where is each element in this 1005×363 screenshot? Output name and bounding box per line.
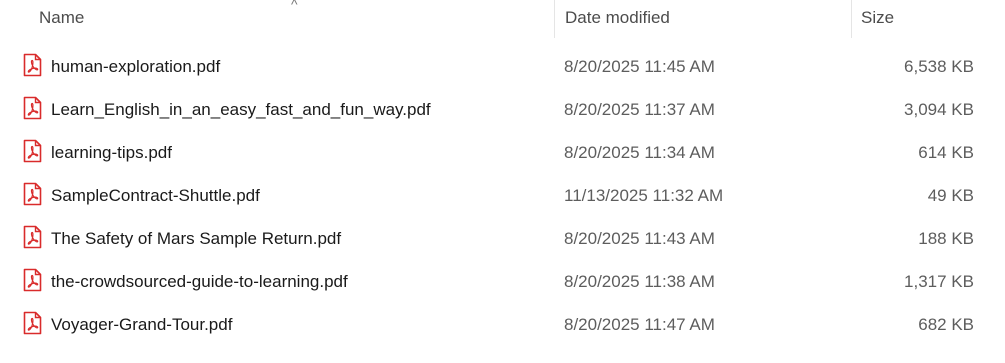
file-size: 188 KB bbox=[918, 229, 974, 248]
file-row[interactable]: learning-tips.pdf 8/20/2025 11:34 AM 614 K… bbox=[0, 131, 1005, 174]
file-row[interactable]: The Safety of Mars Sample Return.pdf 8/20… bbox=[0, 217, 1005, 260]
file-size: 682 KB bbox=[918, 315, 974, 334]
file-size: 3,094 KB bbox=[904, 100, 974, 119]
file-date-modified: 8/20/2025 11:45 AM bbox=[564, 57, 715, 76]
date-modified-column-label: Date modified bbox=[565, 8, 670, 27]
file-name: human-exploration.pdf bbox=[51, 57, 221, 76]
file-date-modified: 8/20/2025 11:43 AM bbox=[564, 229, 715, 248]
sort-ascending-icon: ^ bbox=[291, 0, 298, 12]
pdf-icon bbox=[23, 268, 42, 292]
pdf-icon bbox=[23, 139, 42, 163]
file-row[interactable]: Voyager-Grand-Tour.pdf 8/20/2025 11:47 AM… bbox=[0, 303, 1005, 346]
file-date-modified: 8/20/2025 11:34 AM bbox=[564, 143, 715, 162]
name-column-header[interactable]: Name ^ bbox=[0, 0, 554, 38]
file-name: Learn_English_in_an_easy_fast_and_fun_wa… bbox=[51, 100, 431, 119]
date-modified-column-header[interactable]: Date modified bbox=[554, 0, 851, 38]
pdf-icon bbox=[23, 225, 42, 249]
file-name: learning-tips.pdf bbox=[51, 143, 172, 162]
pdf-icon bbox=[23, 182, 42, 206]
file-row[interactable]: SampleContract-Shuttle.pdf 11/13/2025 11:… bbox=[0, 174, 1005, 217]
file-size: 49 KB bbox=[927, 186, 974, 205]
file-size: 1,317 KB bbox=[904, 272, 974, 291]
file-row[interactable]: Learn_English_in_an_easy_fast_and_fun_wa… bbox=[0, 88, 1005, 131]
column-header-row: Name ^ Date modified Size bbox=[0, 0, 1005, 38]
file-date-modified: 8/20/2025 11:47 AM bbox=[564, 315, 715, 334]
file-name: The Safety of Mars Sample Return.pdf bbox=[51, 229, 342, 248]
pdf-icon bbox=[23, 53, 42, 77]
pdf-icon bbox=[23, 311, 42, 335]
file-name: the-crowdsourced-guide-to-learning.pdf bbox=[51, 272, 348, 291]
file-size: 6,538 KB bbox=[904, 57, 974, 76]
file-name: SampleContract-Shuttle.pdf bbox=[51, 186, 260, 205]
size-column-header[interactable]: Size bbox=[851, 0, 986, 38]
file-date-modified: 8/20/2025 11:38 AM bbox=[564, 272, 715, 291]
file-name: Voyager-Grand-Tour.pdf bbox=[51, 315, 233, 334]
file-list: Name ^ Date modified Size human-explorat… bbox=[0, 0, 1005, 363]
file-date-modified: 8/20/2025 11:37 AM bbox=[564, 100, 715, 119]
file-row[interactable]: human-exploration.pdf 8/20/2025 11:45 AM 6… bbox=[0, 45, 1005, 88]
file-size: 614 KB bbox=[918, 143, 974, 162]
pdf-icon bbox=[23, 96, 42, 120]
size-column-label: Size bbox=[861, 8, 895, 27]
file-row[interactable]: the-crowdsourced-guide-to-learning.pdf 8/… bbox=[0, 260, 1005, 303]
file-date-modified: 11/13/2025 11:32 AM bbox=[564, 186, 724, 205]
name-column-label: Name bbox=[39, 8, 85, 27]
